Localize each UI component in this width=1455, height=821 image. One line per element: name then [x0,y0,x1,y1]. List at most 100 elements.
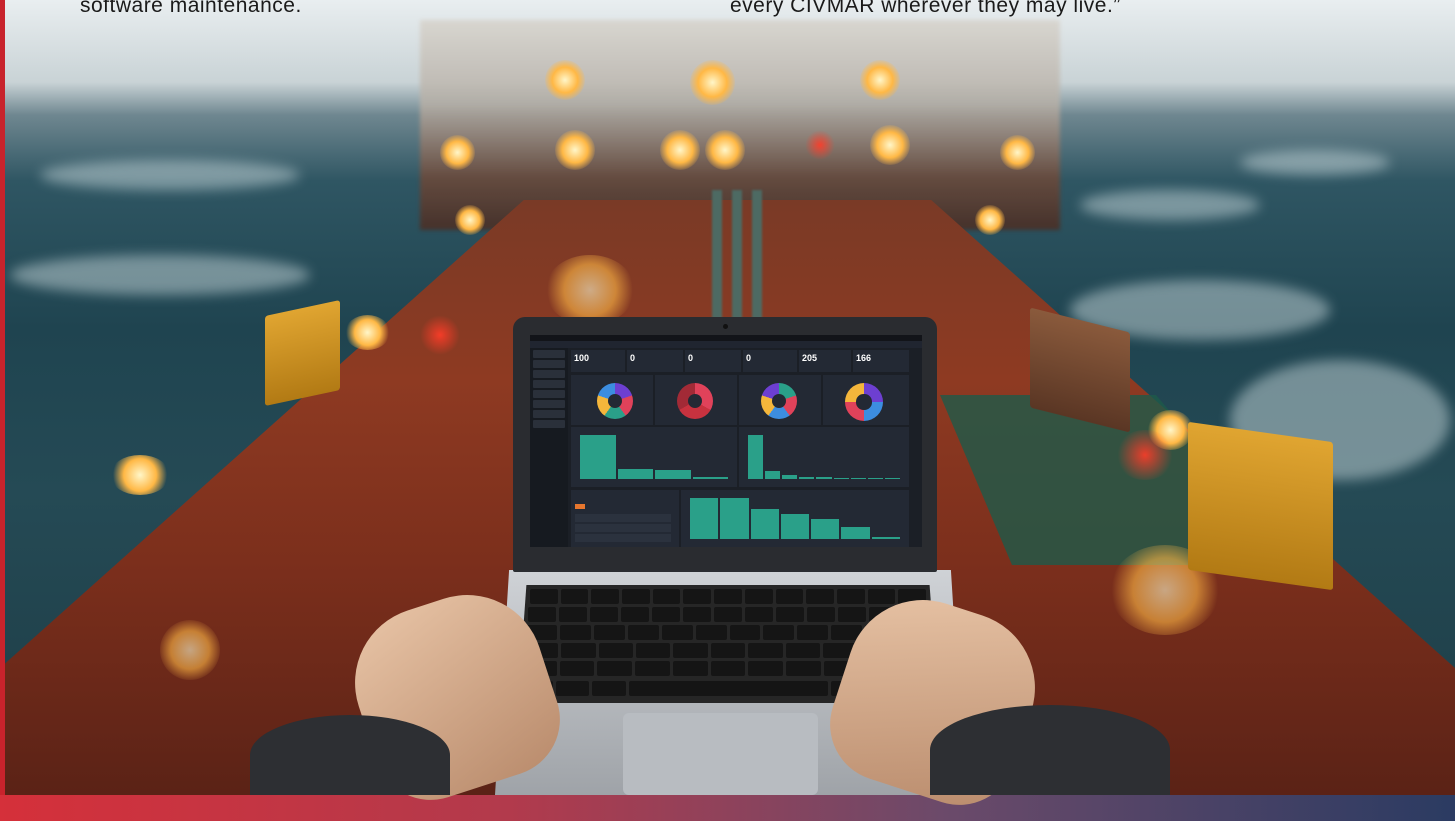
key [763,625,795,640]
key [710,643,746,658]
key [695,625,727,640]
bar [655,470,691,479]
wave [40,160,300,190]
kpi-value: 100 [574,353,590,363]
deck-light [545,60,585,100]
deck-light [555,130,595,170]
deck-light [1000,135,1035,170]
yellow-container [1188,421,1333,591]
donut-panel [571,375,653,425]
dashboard-sidebar [530,348,568,547]
key [590,607,618,622]
key [807,607,835,622]
kpi-card: 0 [743,350,797,372]
key [683,589,712,604]
caption-right: every CIVMAR wherever they may live.” [730,0,1121,17]
bar [692,476,728,479]
key [559,625,591,640]
bar-chart-panel [571,427,737,487]
deck-light [440,135,475,170]
bar [811,518,840,539]
left-sleeve [250,715,450,795]
wave [1240,150,1390,175]
bar [871,536,900,539]
key [530,589,558,604]
donut-chart [677,383,713,419]
caption-left: software maintenance. [80,0,302,17]
key [661,625,693,640]
donut-chart [597,383,633,419]
bar [833,477,849,479]
bar [617,469,653,479]
key [748,643,783,658]
deck-light [690,60,735,105]
dashboard-screen: 100 0 0 0 205 166 [530,335,922,547]
key [559,607,587,622]
key [556,681,590,696]
laptop-trackpad [623,713,818,795]
deck-reflection [160,620,220,680]
deck-light [870,125,910,165]
list-panel [571,490,679,547]
key [559,661,595,676]
kpi-card: 0 [627,350,683,372]
key [560,589,589,604]
key [729,625,761,640]
kpi-value: 0 [746,353,752,363]
sidebar-item [533,410,565,418]
bar [580,435,616,479]
key [806,589,834,604]
key [622,589,650,604]
deck-reflection [545,255,635,325]
donut-panel [739,375,821,425]
key [593,625,625,640]
kpi-card: 166 [853,350,909,372]
sidebar-item [533,390,565,398]
donut-chart [845,383,883,421]
donut-panel [655,375,737,425]
wave [10,255,310,295]
key [597,661,633,676]
red-signal-light [1115,430,1175,480]
key [776,607,804,622]
sidebar-item [533,400,565,408]
key [621,607,649,622]
key [714,607,742,622]
sidebar-item [533,380,565,388]
key [838,607,866,622]
red-signal-light [420,315,460,355]
bar [750,509,779,539]
sidebar-item [533,420,565,428]
key [867,589,896,604]
donut-chart [761,383,797,419]
key [745,607,773,622]
bar [816,477,832,479]
bar [782,475,798,479]
bar [841,526,870,539]
kpi-card: 205 [799,350,851,372]
key [561,643,596,658]
kpi-value: 0 [688,353,694,363]
dashboard-tabs [530,341,922,348]
bar [765,471,781,479]
key [636,643,671,658]
bar [884,478,900,479]
kpi-card: 100 [571,350,625,372]
donut-panel [823,375,909,425]
accent-bar [0,0,5,795]
deck-light [110,455,170,495]
footer-gradient-band [0,795,1455,821]
key [797,625,829,640]
key [714,589,742,604]
kpi-card: 0 [685,350,741,372]
key [635,661,670,676]
key [598,643,634,658]
key [683,607,711,622]
key [528,607,556,622]
yellow-container [265,300,340,406]
bar [690,498,719,539]
deck-light [975,205,1005,235]
sidebar-item [533,360,565,368]
right-sleeve [930,705,1170,795]
key [592,681,626,696]
